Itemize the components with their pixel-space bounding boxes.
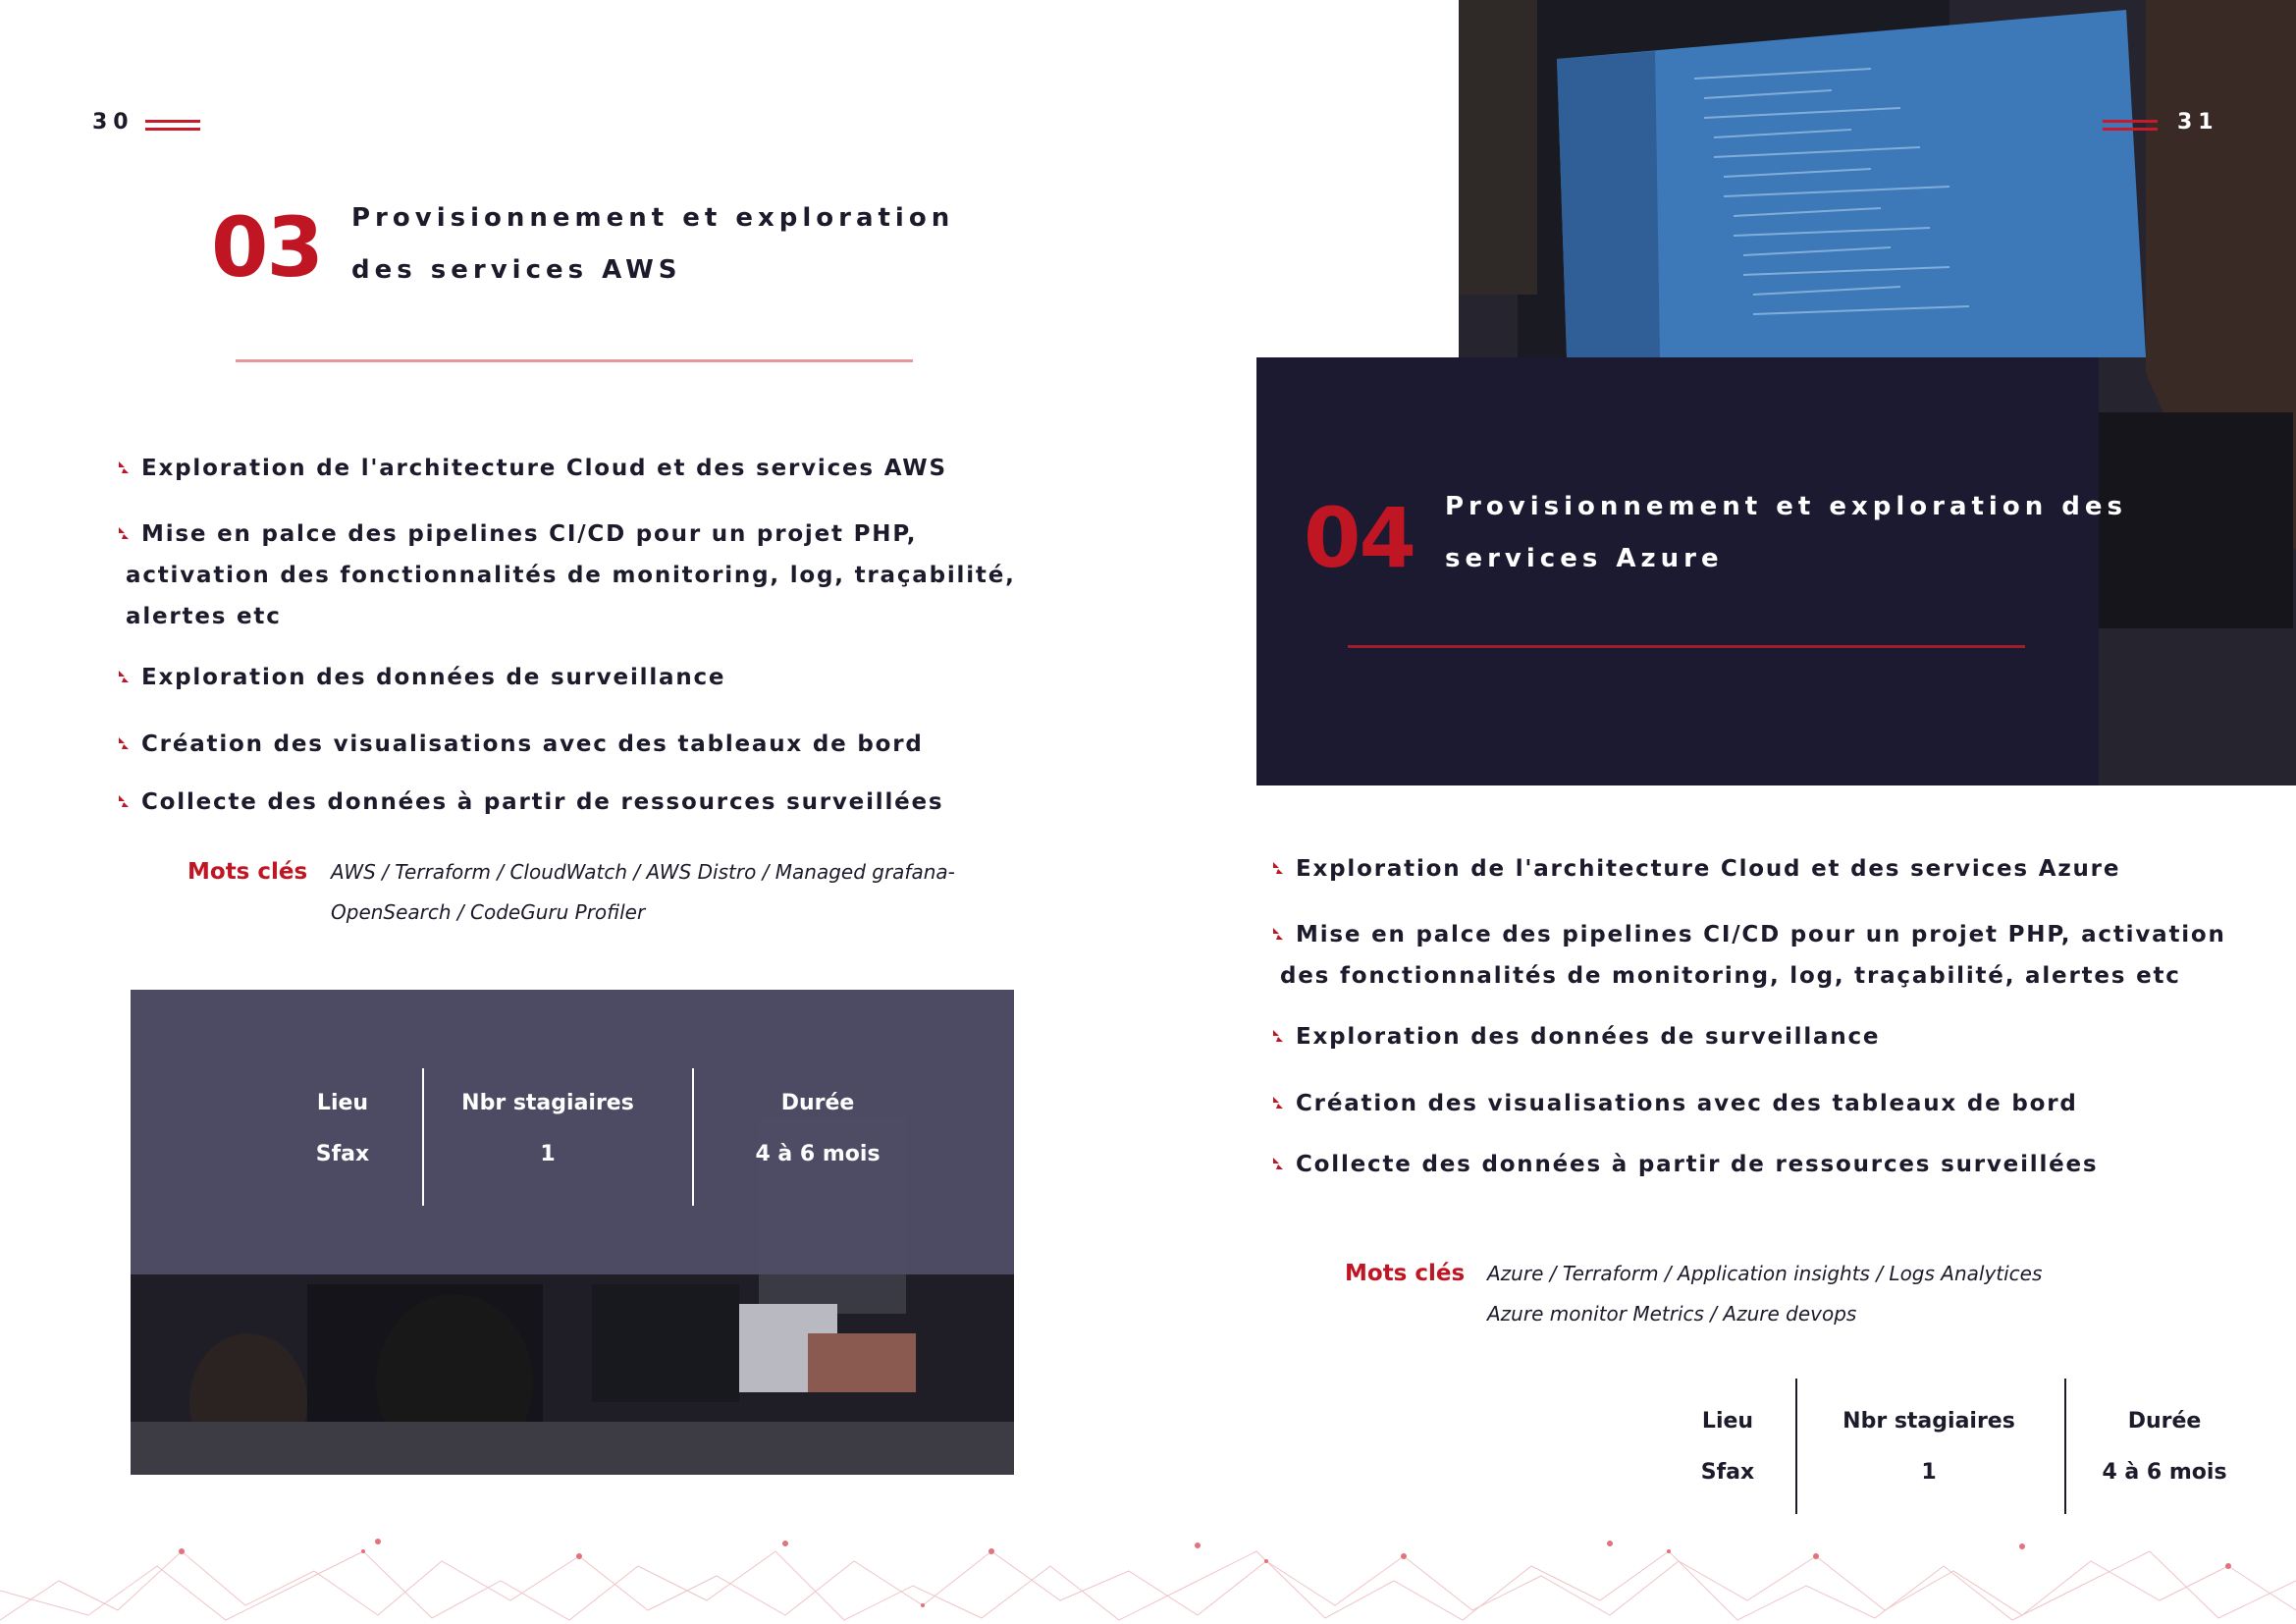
bullet-text: Mise en palce des pipelines CI/CD pour u… — [141, 521, 918, 547]
list-item: Exploration des données de surveillance — [119, 657, 726, 698]
page-number-decoration-right — [2103, 120, 2158, 132]
section-number-04: 04 — [1304, 490, 1416, 586]
keywords-text-right: Azure / Terraform / Application insights… — [1487, 1254, 2042, 1334]
list-item: Mise en palce des pipelines CI/CD pour u… — [1273, 914, 2226, 997]
section-number-03: 03 — [211, 199, 324, 296]
info-col-lieu: Lieu Sfax — [294, 1078, 392, 1180]
bullet-text: Collecte des données à partir de ressour… — [141, 789, 944, 815]
list-item: Création des visualisations avec des tab… — [1273, 1083, 2078, 1124]
list-item: Mise en palce des pipelines CI/CD pour u… — [119, 514, 1016, 637]
section-title-line: services Azure — [1445, 544, 1724, 573]
info-col-lieu: Lieu Sfax — [1679, 1396, 1777, 1498]
info-separator — [2064, 1379, 2066, 1514]
star-bullet-icon — [1273, 928, 1283, 940]
keywords-line: OpenSearch / CodeGuru Profiler — [331, 900, 646, 924]
bullet-text: alertes etc — [126, 604, 282, 629]
star-bullet-icon — [1273, 1030, 1283, 1042]
info-label: Durée — [2127, 1409, 2202, 1434]
star-bullet-icon — [1273, 1097, 1283, 1109]
info-separator — [422, 1068, 424, 1206]
star-bullet-icon — [1273, 862, 1283, 874]
info-value: Sfax — [315, 1142, 370, 1166]
bullet-text: Création des visualisations avec des tab… — [1296, 1091, 2078, 1116]
section-divider-left — [236, 359, 913, 362]
info-label: Nbr stagiaires — [461, 1091, 634, 1115]
list-item: Collecte des données à partir de ressour… — [119, 782, 944, 823]
section-divider-right — [1348, 645, 2025, 648]
section-title-azure: Provisionnement et exploration des servi… — [1445, 481, 2127, 585]
bullet-text: Exploration des données de surveillance — [1296, 1024, 1881, 1050]
section-title-line: des services AWS — [351, 255, 682, 285]
info-col-stagiaires: Nbr stagiaires 1 — [1826, 1396, 2032, 1498]
info-value: 1 — [540, 1142, 556, 1166]
info-value: Sfax — [1700, 1460, 1755, 1485]
star-bullet-icon — [119, 671, 129, 682]
keywords-text-left: AWS / Terraform / CloudWatch / AWS Distr… — [331, 852, 955, 933]
bullet-text: Collecte des données à partir de ressour… — [1296, 1152, 2099, 1177]
page-number-right: 31 — [2177, 110, 2219, 135]
star-bullet-icon — [1273, 1158, 1283, 1169]
info-value: 4 à 6 mois — [2102, 1460, 2227, 1485]
keywords-line: Azure monitor Metrics / Azure devops — [1487, 1302, 1857, 1326]
list-item: Collecte des données à partir de ressour… — [1273, 1144, 2099, 1185]
section-title-line: Provisionnement et exploration des — [1445, 492, 2127, 521]
star-bullet-icon — [119, 527, 129, 539]
keywords-line: Azure / Terraform / Application insights… — [1487, 1262, 2043, 1285]
section-title-line: Provisionnement et exploration — [351, 203, 955, 233]
info-col-duree: Durée 4 à 6 mois — [720, 1078, 916, 1180]
star-bullet-icon — [119, 461, 129, 473]
bullet-text: Mise en palce des pipelines CI/CD pour u… — [1296, 922, 2226, 947]
bullet-text: des fonctionnalités de monitoring, log, … — [1280, 963, 2181, 989]
bullet-text: activation des fonctionnalités de monito… — [126, 563, 1016, 588]
info-separator — [1795, 1379, 1797, 1514]
keywords-label-left: Mots clés — [187, 859, 308, 885]
network-pattern-footer — [0, 1539, 2296, 1621]
section-title-aws: Provisionnement et exploration des servi… — [351, 192, 954, 297]
bullet-text: Exploration de l'architecture Cloud et d… — [141, 456, 947, 481]
info-label: Lieu — [316, 1091, 369, 1115]
info-label: Lieu — [1701, 1409, 1754, 1434]
list-item: Exploration de l'architecture Cloud et d… — [1273, 848, 2121, 890]
star-bullet-icon — [119, 795, 129, 807]
page-number-decoration-left — [145, 120, 200, 132]
bullet-text: Exploration des données de surveillance — [141, 665, 726, 690]
info-col-duree: Durée 4 à 6 mois — [2081, 1396, 2248, 1498]
info-table-right: Lieu Sfax Nbr stagiaires 1 Durée 4 à 6 m… — [1629, 1379, 2238, 1514]
info-value: 1 — [1921, 1460, 1937, 1485]
keywords-label-right: Mots clés — [1345, 1261, 1466, 1286]
office-photo: Lieu Sfax Nbr stagiaires 1 Durée 4 à 6 m… — [131, 990, 1014, 1475]
info-value: 4 à 6 mois — [755, 1142, 881, 1166]
info-label: Nbr stagiaires — [1842, 1409, 2015, 1434]
info-separator — [692, 1068, 694, 1206]
bullet-text: Création des visualisations avec des tab… — [141, 731, 924, 757]
bullet-text: Exploration de l'architecture Cloud et d… — [1296, 856, 2121, 882]
info-label: Durée — [780, 1091, 855, 1115]
info-table-left: Lieu Sfax Nbr stagiaires 1 Durée 4 à 6 m… — [131, 1068, 1014, 1206]
keywords-line: AWS / Terraform / CloudWatch / AWS Distr… — [331, 860, 955, 884]
list-item: Création des visualisations avec des tab… — [119, 724, 924, 765]
list-item: Exploration de l'architecture Cloud et d… — [119, 448, 947, 489]
page-number-left: 30 — [92, 110, 134, 135]
list-item: Exploration des données de surveillance — [1273, 1016, 1881, 1057]
star-bullet-icon — [119, 737, 129, 749]
info-col-stagiaires: Nbr stagiaires 1 — [454, 1078, 641, 1180]
